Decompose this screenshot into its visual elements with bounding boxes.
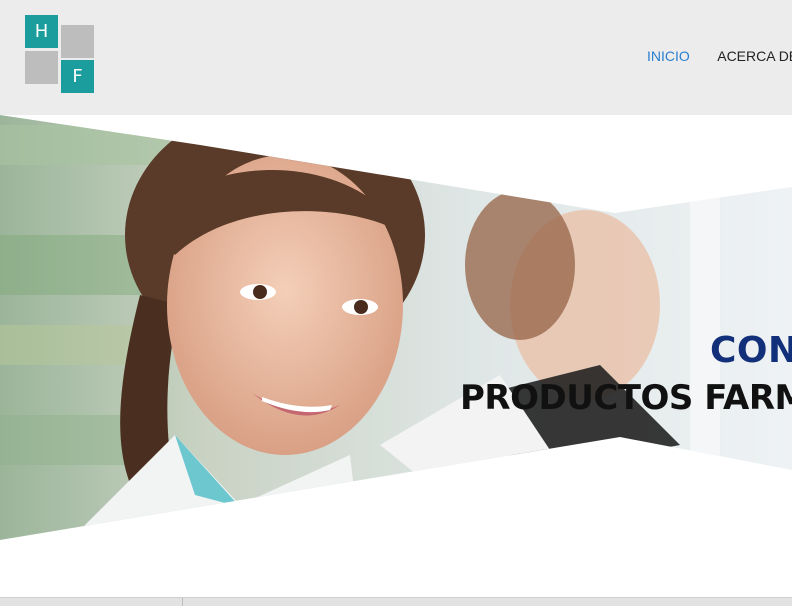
site-header: H F INICIO ACERCA DE — [0, 0, 792, 115]
logo-letter-f: F — [61, 60, 94, 93]
site-logo[interactable]: H F — [25, 15, 95, 95]
main-nav: INICIO ACERCA DE — [647, 48, 792, 66]
logo-letter-h: H — [25, 15, 58, 48]
hero-banner: CON PRODUCTOS FARMA — [0, 115, 792, 540]
nav-item-acerca-de[interactable]: ACERCA DE — [717, 48, 792, 64]
hero-headline-line1: CON — [710, 330, 792, 371]
logo-square — [25, 51, 58, 84]
logo-square — [61, 25, 94, 58]
hero-headline-line2: PRODUCTOS FARMA — [460, 378, 792, 418]
hero-image — [0, 115, 792, 540]
nav-item-inicio[interactable]: INICIO — [647, 48, 690, 64]
